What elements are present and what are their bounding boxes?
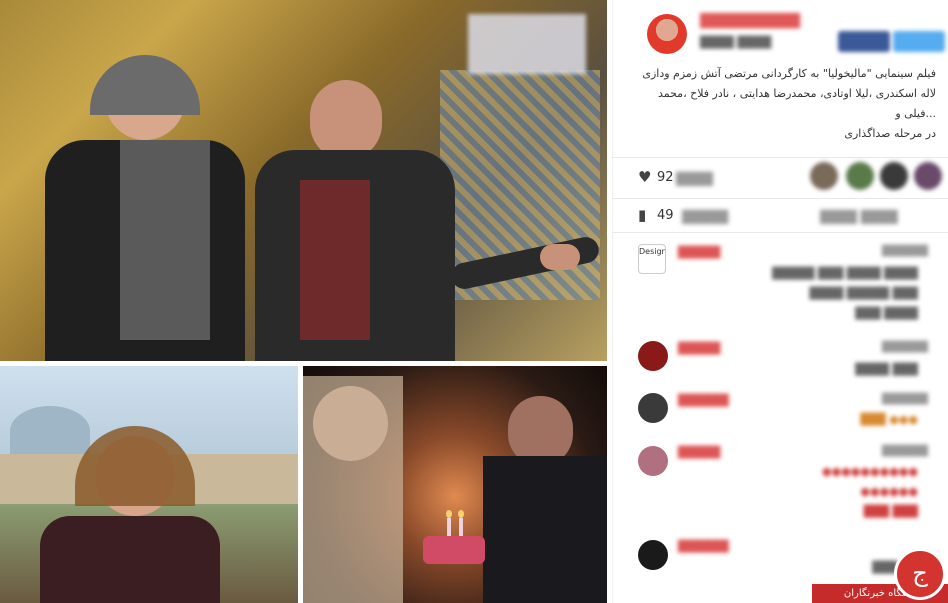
movie-still-cake xyxy=(303,366,607,603)
comment-username[interactable]: ██████ xyxy=(678,394,729,407)
hand xyxy=(540,244,580,270)
actor-face xyxy=(310,80,382,160)
comments-label: █████ xyxy=(682,210,729,224)
blurred-overlay xyxy=(468,14,586,74)
comment-username[interactable]: █████ xyxy=(678,446,720,459)
commenter-avatar[interactable]: Design xyxy=(638,244,666,274)
comment-date: ██████ xyxy=(881,342,928,353)
comment-text: ███ ████ xyxy=(855,363,918,376)
divider xyxy=(612,198,948,199)
comment-text: ██ ███ xyxy=(872,561,918,574)
scarf xyxy=(120,140,210,340)
caption-line: در مرحله صداگذاری xyxy=(844,127,936,140)
mosque-dome xyxy=(10,406,90,456)
commenter-avatar[interactable] xyxy=(638,446,668,476)
commenter-avatar[interactable] xyxy=(638,540,668,570)
patterned-shawl xyxy=(303,376,403,603)
show-all-comments-link[interactable]: ████ ████ xyxy=(820,210,898,224)
profile-username[interactable]: ██████████ xyxy=(700,14,800,29)
caption-line: فیلم سینمایی "مالیخولیا" به کارگردانی مر… xyxy=(642,67,936,80)
screen: ██████████ ████ ████ فیلم سینمایی "مالیخ… xyxy=(0,0,948,603)
headscarf xyxy=(90,55,200,115)
likes-label: ████ xyxy=(676,172,713,186)
comment-icon[interactable]: ▮ xyxy=(638,206,646,224)
movie-still-mosque xyxy=(0,366,298,603)
post-caption: فیلم سینمایی "مالیخولیا" به کارگردانی مر… xyxy=(616,64,936,144)
comment-username[interactable]: █████ xyxy=(678,246,720,259)
avatar-logo-text: Design xyxy=(639,247,666,256)
comment-date: ██████ xyxy=(881,246,928,257)
heart-icon[interactable]: ♥ xyxy=(638,168,651,186)
comment-text: ●●● ███ xyxy=(860,413,918,426)
birthday-cake xyxy=(423,536,485,564)
post-date: ████ ████ xyxy=(700,36,772,49)
comment-username[interactable]: █████ xyxy=(678,342,720,355)
liker-avatar[interactable] xyxy=(846,162,874,190)
commenter-avatar[interactable] xyxy=(638,341,668,371)
caption-line: لاله اسکندری ،لیلا اوتادی، محمدرضا هدایت… xyxy=(657,87,936,100)
comment-date: ██████ xyxy=(881,394,928,405)
liker-avatar[interactable] xyxy=(914,162,942,190)
comment-username[interactable]: ██████ xyxy=(678,540,729,553)
dark-coat xyxy=(40,516,220,603)
watermark-logo-icon: ج xyxy=(894,548,946,600)
candle xyxy=(447,518,451,536)
candle xyxy=(459,518,463,536)
comment-date: ██████ xyxy=(881,446,928,457)
candle-flame xyxy=(446,510,452,518)
movie-still-main xyxy=(0,0,607,361)
sweater xyxy=(300,180,370,340)
candle-flame xyxy=(458,510,464,518)
caption-line: ...فیلی و xyxy=(895,107,936,120)
divider xyxy=(612,157,948,158)
likes-count: 92 xyxy=(657,170,674,185)
profile-avatar[interactable] xyxy=(647,14,687,54)
liker-avatar[interactable] xyxy=(880,162,908,190)
comment-text: ●●●●●●●●●● ●●●●●● ███ ███ xyxy=(822,465,918,518)
actor-dark-shirt xyxy=(483,456,607,603)
comment-text: ████ ████ ███ █████ ███ █████ ████ ████ ██… xyxy=(772,267,918,320)
comments-count: 49 xyxy=(657,208,674,223)
divider xyxy=(612,232,948,233)
patterned-scarf xyxy=(75,426,195,506)
commenter-avatar[interactable] xyxy=(638,393,668,423)
liker-avatar[interactable] xyxy=(810,162,838,190)
facebook-share-button[interactable] xyxy=(838,31,890,52)
twitter-share-button[interactable] xyxy=(893,31,945,52)
